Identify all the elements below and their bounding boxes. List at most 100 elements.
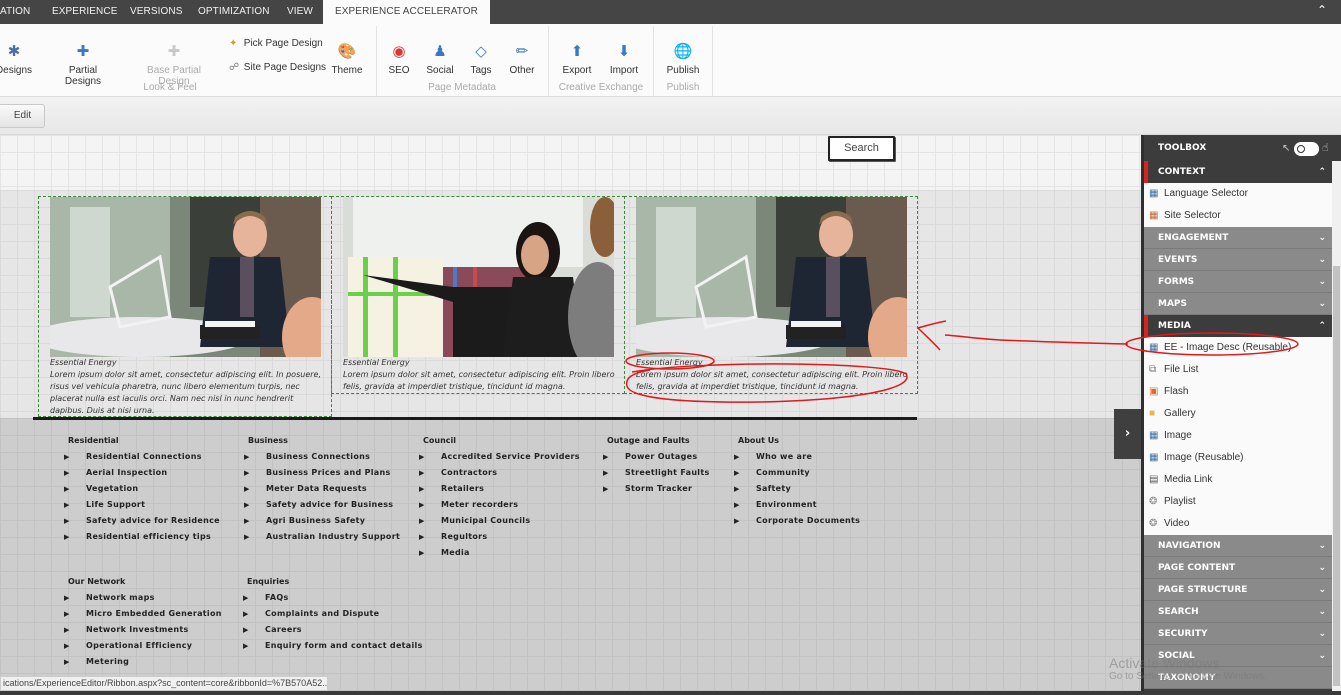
triangle-bullet-icon: ▶ xyxy=(243,594,249,602)
toolbox-item-flash[interactable]: ▣ Flash xyxy=(1144,381,1332,403)
image-icon: ▦ xyxy=(1149,430,1159,441)
export-button[interactable]: ⬆ Export xyxy=(560,42,594,76)
footer-link[interactable]: ▶ Meter recorders xyxy=(419,499,580,515)
toolbox-section-page-structure[interactable]: PAGE STRUCTURE ⌄ xyxy=(1144,579,1332,601)
footer-link[interactable]: ▶ Business Connections xyxy=(244,451,400,467)
footer-link[interactable]: ▶ Residential efficiency tips xyxy=(64,531,220,547)
social-button[interactable]: ♟ Social xyxy=(424,42,456,76)
toolbox-section-engagement[interactable]: ENGAGEMENT ⌄ xyxy=(1144,227,1332,249)
chevron-right-icon[interactable]: › xyxy=(1114,409,1141,459)
footer-link[interactable]: ▶ Regultors xyxy=(419,531,580,547)
seo-button[interactable]: ◉ SEO xyxy=(387,42,411,76)
footer-link[interactable]: ▶ Streetlight Faults xyxy=(603,467,710,483)
toolbox-item-playlist[interactable]: ❂ Playlist xyxy=(1144,491,1332,513)
toolbox-item-gallery[interactable]: ■ Gallery xyxy=(1144,403,1332,425)
tab-view[interactable]: VIEW xyxy=(287,0,313,24)
footer-link[interactable]: ▶ Aerial Inspection xyxy=(64,467,220,483)
footer-link[interactable]: ▶ Australian Industry Support xyxy=(244,531,400,547)
footer-link[interactable]: ▶ Power Outages xyxy=(603,451,710,467)
footer-link[interactable]: ▶ Who we are xyxy=(734,451,860,467)
footer-link[interactable]: ▶ Retailers xyxy=(419,483,580,499)
toolbox-section-maps[interactable]: MAPS ⌄ xyxy=(1144,293,1332,315)
footer-link[interactable]: ▶ Corporate Documents xyxy=(734,515,860,531)
page-designs-button[interactable]: ✱ Designs xyxy=(0,42,34,76)
footer-link[interactable]: ▶ Life Support xyxy=(64,499,220,515)
triangle-bullet-icon: ▶ xyxy=(64,626,70,634)
tab-experience-accelerator[interactable]: EXPERIENCE ACCELERATOR xyxy=(323,0,490,24)
toolbox-item-ee-image-desc[interactable]: ▦ EE - Image Desc (Reusable) xyxy=(1144,337,1332,359)
triangle-bullet-icon: ▶ xyxy=(244,485,250,493)
footer-link[interactable]: ▶ Complaints and Dispute xyxy=(243,608,423,624)
footer-link[interactable]: ▶ Micro Embedded Generation xyxy=(64,608,222,624)
toolbox-item-image[interactable]: ▦ Image xyxy=(1144,425,1332,447)
triangle-bullet-icon: ▶ xyxy=(734,453,740,461)
toolbox-section-context[interactable]: CONTEXT ⌃ xyxy=(1144,161,1332,183)
drag-mode-toggle[interactable] xyxy=(1294,142,1319,156)
search-button[interactable]: Search xyxy=(828,136,895,161)
footer-link[interactable]: ▶ Media xyxy=(419,547,580,563)
toolbox-item-language-selector[interactable]: ▦ Language Selector xyxy=(1144,183,1332,205)
site-page-designs-button[interactable]: ☍ Site Page Designs xyxy=(229,62,326,73)
triangle-bullet-icon: ▶ xyxy=(244,501,250,509)
scrollbar-thumb[interactable] xyxy=(1333,266,1340,686)
footer-link[interactable]: ▶ Municipal Councils xyxy=(419,515,580,531)
other-button[interactable]: ✏ Other xyxy=(507,42,537,76)
footer-link[interactable]: ▶ Meter Data Requests xyxy=(244,483,400,499)
partial-designs-button[interactable]: ✚ Partial Designs xyxy=(50,42,116,87)
toolbox-section-navigation[interactable]: NAVIGATION ⌄ xyxy=(1144,535,1332,557)
toolbox-item-media-link[interactable]: ▤ Media Link xyxy=(1144,469,1332,491)
toolbox-item-image-reusable[interactable]: ▦ Image (Reusable) xyxy=(1144,447,1332,469)
image-desc-card[interactable]: Essential Energy Lorem ipsum dolor sit a… xyxy=(624,196,918,394)
footer-link[interactable]: ▶ Storm Tracker xyxy=(603,483,710,499)
tags-button[interactable]: ◇ Tags xyxy=(468,42,494,76)
footer-link[interactable]: ▶ Business Prices and Plans xyxy=(244,467,400,483)
footer-link[interactable]: ▶ FAQs xyxy=(243,592,423,608)
footer-link[interactable]: ▶ Operational Efficiency xyxy=(64,640,222,656)
triangle-bullet-icon: ▶ xyxy=(243,626,249,634)
footer-link[interactable]: ▶ Network maps xyxy=(64,592,222,608)
toolbox-section-security[interactable]: SECURITY ⌄ xyxy=(1144,623,1332,645)
publish-button[interactable]: 🌐 Publish xyxy=(664,42,702,76)
base-partial-design-button[interactable]: ✚ Base Partial Design xyxy=(132,42,216,87)
tab-navigation[interactable]: ATION xyxy=(0,0,30,24)
footer-link[interactable]: ▶ Careers xyxy=(243,624,423,640)
palette-icon: 🎨 xyxy=(337,43,357,60)
theme-button[interactable]: 🎨 Theme xyxy=(330,42,364,76)
tab-experience[interactable]: EXPERIENCE xyxy=(52,0,117,24)
import-button[interactable]: ⬇ Import xyxy=(607,42,641,76)
tab-versions[interactable]: VERSIONS xyxy=(130,0,182,24)
footer-link[interactable]: ▶ Saftety xyxy=(734,483,860,499)
footer-link[interactable]: ▶ Community xyxy=(734,467,860,483)
toolbox-section-media[interactable]: MEDIA ⌃ xyxy=(1144,315,1332,337)
toolbox-item-video[interactable]: ❂ Video xyxy=(1144,513,1332,535)
triangle-bullet-icon: ▶ xyxy=(64,453,70,461)
toolbox-section-page-content[interactable]: PAGE CONTENT ⌄ xyxy=(1144,557,1332,579)
footer-link[interactable]: ▶ Residential Connections xyxy=(64,451,220,467)
toolbox-section-search[interactable]: SEARCH ⌄ xyxy=(1144,601,1332,623)
image-desc-card[interactable]: Essential Energy Lorem ipsum dolor sit a… xyxy=(38,196,332,417)
toolbox-section-events[interactable]: EVENTS ⌄ xyxy=(1144,249,1332,271)
card-caption: Essential Energy xyxy=(636,358,703,367)
footer-link[interactable]: ▶ Accredited Service Providers xyxy=(419,451,580,467)
footer-link[interactable]: ▶ Agri Business Safety xyxy=(244,515,400,531)
footer-heading: Residential xyxy=(68,436,119,445)
pick-page-design-button[interactable]: ✦ Pick Page Design xyxy=(229,38,323,49)
footer-link[interactable]: ▶ Safety advice for Business xyxy=(244,499,400,515)
chevron-up-icon[interactable]: ⌃ xyxy=(1317,3,1327,17)
footer-link[interactable]: ▶ Network Investments xyxy=(64,624,222,640)
edit-button[interactable]: Edit xyxy=(0,104,45,128)
footer-link[interactable]: ▶ Vegetation xyxy=(64,483,220,499)
footer-link[interactable]: ▶ Metering xyxy=(64,656,222,672)
toolbox-item-file-list[interactable]: ⧉ File List xyxy=(1144,359,1332,381)
toolbox-scrollbar[interactable] xyxy=(1332,161,1341,695)
footer-link[interactable]: ▶ Safety advice for Residence xyxy=(64,515,220,531)
footer-link[interactable]: ▶ Contractors xyxy=(419,467,580,483)
footer-link[interactable]: ▶ Environment xyxy=(734,499,860,515)
tab-optimization[interactable]: OPTIMIZATION xyxy=(198,0,270,24)
toolbox-item-site-selector[interactable]: ▦ Site Selector xyxy=(1144,205,1332,227)
footer-link[interactable]: ▶ Enquiry form and contact details xyxy=(243,640,423,656)
toolbox-section-forms[interactable]: FORMS ⌄ xyxy=(1144,271,1332,293)
header-placeholder: Search xyxy=(0,135,1141,190)
image-desc-card[interactable]: Essential Energy Lorem ipsum dolor sit a… xyxy=(331,196,625,394)
triangle-bullet-icon: ▶ xyxy=(419,501,425,509)
